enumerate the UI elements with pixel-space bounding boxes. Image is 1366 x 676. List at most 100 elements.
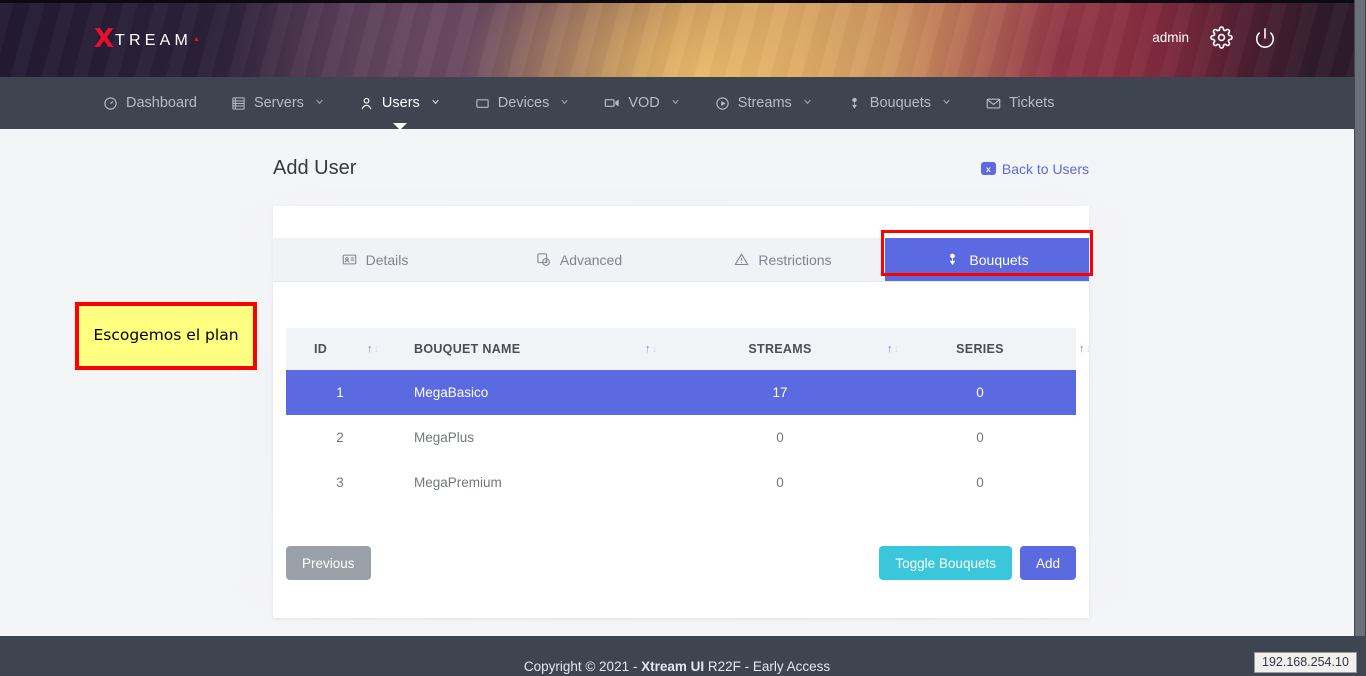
- annotation-callout: Escogemos el plan: [75, 302, 257, 370]
- navbar-items: Dashboard Servers Users Devices VOD Stre…: [86, 77, 1071, 130]
- table-head: ID ↑↓ BOUQUET NAME ↑↓ STREAMS ↑↓ SERIES …: [286, 328, 1091, 370]
- admin-username: admin: [1152, 30, 1189, 45]
- nav-label: Dashboard: [126, 95, 197, 111]
- logo-tm-icon: ▲: [193, 35, 200, 43]
- tab-bouquets[interactable]: Bouquets: [885, 238, 1089, 281]
- chevron-down-icon: [559, 95, 570, 111]
- column-header-id[interactable]: ID ↑↓: [286, 328, 394, 370]
- nav-item-streams[interactable]: Streams: [698, 77, 830, 129]
- nav-item-tickets[interactable]: Tickets: [969, 77, 1071, 129]
- chevron-down-icon: [941, 95, 952, 111]
- banner-top-line: [0, 0, 1354, 3]
- cell-streams: 0: [776, 475, 784, 490]
- nav-item-bouquets[interactable]: Bouquets: [830, 77, 969, 129]
- cell-name: MegaBasico: [414, 385, 489, 400]
- main-navbar: Dashboard Servers Users Devices VOD Stre…: [0, 77, 1354, 130]
- previous-button[interactable]: Previous: [286, 546, 371, 580]
- cell-id: 3: [336, 475, 344, 490]
- sort-icon[interactable]: ↑↓: [367, 343, 380, 355]
- tab-details[interactable]: Details: [273, 238, 477, 281]
- nav-label: Tickets: [1009, 95, 1055, 111]
- nav-label: Users: [381, 95, 420, 111]
- video-icon: [604, 95, 620, 111]
- bouquets-table: ID ↑↓ BOUQUET NAME ↑↓ STREAMS ↑↓ SERIES …: [286, 328, 1091, 505]
- logo-x-mark: X: [94, 24, 115, 54]
- card-toolbar: [273, 206, 1089, 238]
- nav-item-vod[interactable]: VOD: [587, 77, 697, 129]
- cell-series: 0: [976, 430, 984, 445]
- table-row[interactable]: 1 MegaBasico 17 0: [286, 370, 1076, 415]
- cell-name: MegaPlus: [414, 430, 475, 445]
- clock-copy-icon: [536, 252, 551, 267]
- nav-label: Bouquets: [869, 95, 932, 111]
- user-icon: [359, 96, 374, 111]
- envelope-icon: [986, 96, 1001, 111]
- scrollbar-thumb[interactable]: [1355, 0, 1365, 636]
- top-banner: [0, 0, 1354, 77]
- page-title: Add User: [273, 157, 357, 179]
- chevron-down-icon: [802, 95, 813, 111]
- chevron-down-icon: [430, 95, 441, 111]
- tab-bar: Details Advanced Restrictions Bouquets: [273, 238, 1089, 282]
- footer-text: Copyright © 2021 - Xtream UI R22F - Earl…: [524, 659, 830, 676]
- column-label: BOUQUET NAME: [414, 342, 521, 356]
- power-icon[interactable]: [1254, 27, 1276, 49]
- add-user-card: Details Advanced Restrictions Bouquets I…: [273, 206, 1091, 618]
- tab-advanced[interactable]: Advanced: [477, 238, 681, 281]
- sort-icon[interactable]: ↑↓: [1079, 343, 1092, 355]
- tab-label: Advanced: [559, 251, 623, 268]
- nav-label: Streams: [737, 95, 792, 111]
- table-body: 1 MegaBasico 17 0 2 MegaPlus 0 0 3 MegaP…: [286, 370, 1076, 505]
- page-body: Add User x Back to Users Details Advance…: [0, 129, 1354, 636]
- chevron-down-icon: [670, 95, 681, 111]
- back-to-users-link[interactable]: x Back to Users: [980, 160, 1089, 177]
- column-header-series[interactable]: SERIES ↑↓: [884, 328, 1091, 370]
- nav-item-servers[interactable]: Servers: [214, 77, 342, 129]
- sort-icon[interactable]: ↑↓: [645, 343, 658, 355]
- page-header: Add User x Back to Users: [273, 157, 1089, 180]
- column-label: ID: [314, 342, 328, 356]
- warning-icon: [734, 252, 749, 267]
- bouquets-table-wrap: ID ↑↓ BOUQUET NAME ↑↓ STREAMS ↑↓ SERIES …: [273, 282, 1091, 505]
- footer-prefix: Copyright © 2021 -: [523, 659, 642, 674]
- nav-item-devices[interactable]: Devices: [458, 77, 588, 129]
- play-icon: [715, 96, 730, 111]
- column-label: SERIES: [956, 342, 1004, 356]
- gear-icon[interactable]: [1210, 26, 1233, 49]
- ip-address-tooltip: 192.168.254.10: [1254, 652, 1357, 673]
- site-footer: Copyright © 2021 - Xtream UI R22F - Earl…: [0, 636, 1354, 676]
- toggle-bouquets-button[interactable]: Toggle Bouquets: [879, 546, 1012, 580]
- device-icon: [475, 96, 490, 111]
- tab-label: Bouquets: [969, 251, 1029, 268]
- bouquet-icon: [847, 96, 862, 111]
- table-row[interactable]: 2 MegaPlus 0 0: [286, 415, 1076, 460]
- cell-streams: 17: [772, 385, 788, 400]
- id-card-icon: [342, 252, 357, 267]
- banner-actions: admin: [1152, 26, 1276, 49]
- chevron-down-icon: [314, 95, 325, 111]
- nav-label: Devices: [497, 95, 550, 111]
- table-row[interactable]: 3 MegaPremium 0 0: [286, 460, 1076, 505]
- back-link-label: Back to Users: [1001, 160, 1089, 177]
- nav-item-users[interactable]: Users: [342, 77, 458, 130]
- server-icon: [231, 96, 246, 111]
- app-root: X TREAM ▲ admin Dashboard Servers Users …: [0, 0, 1366, 676]
- page-scrollbar[interactable]: [1354, 0, 1366, 676]
- xtream-logo: X TREAM ▲: [94, 26, 200, 52]
- cell-series: 0: [976, 385, 984, 400]
- nav-item-dashboard[interactable]: Dashboard: [86, 77, 214, 129]
- footer-suffix: R22F - Early Access: [704, 659, 831, 674]
- logo-wordmark: TREAM: [115, 31, 193, 49]
- cell-id: 1: [336, 385, 344, 400]
- card-footer: Previous Toggle Bouquets Add: [273, 532, 1089, 618]
- column-header-bouquet-name[interactable]: BOUQUET NAME ↑↓: [394, 328, 676, 370]
- bouquet-icon: [945, 252, 960, 267]
- column-header-streams[interactable]: STREAMS ↑↓: [676, 328, 899, 370]
- tab-restrictions[interactable]: Restrictions: [681, 238, 885, 281]
- nav-label: VOD: [628, 95, 660, 111]
- tab-label: Details: [365, 251, 409, 268]
- dashboard-icon: [103, 96, 118, 111]
- cell-streams: 0: [776, 430, 784, 445]
- add-button[interactable]: Add: [1019, 546, 1076, 580]
- annotation-text: Escogemos el plan: [93, 326, 239, 345]
